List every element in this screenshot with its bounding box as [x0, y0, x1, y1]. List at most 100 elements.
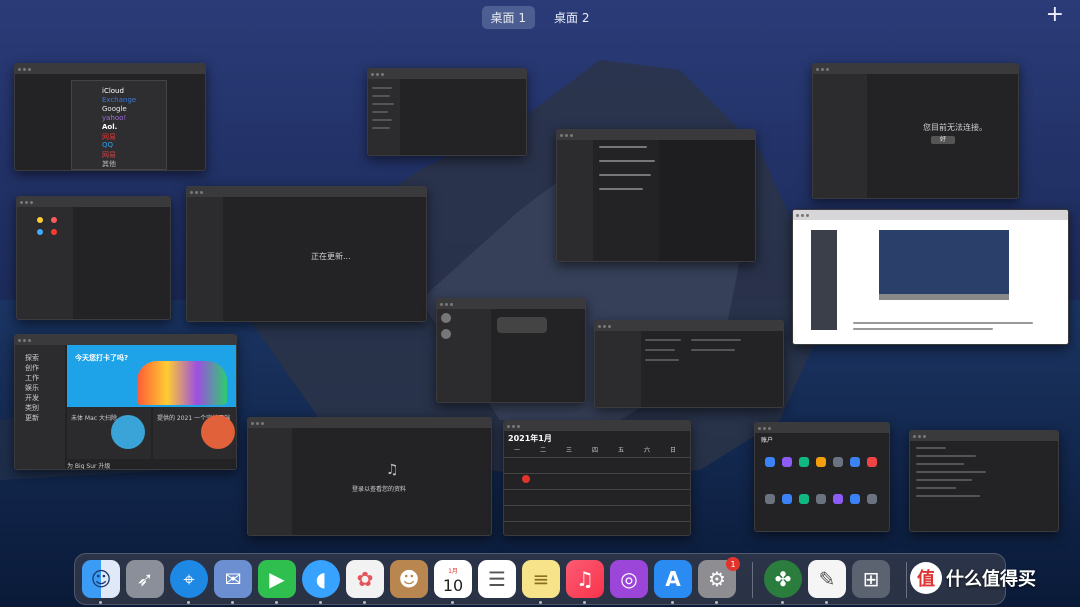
network-sidebar — [813, 74, 867, 198]
window-titlebar — [15, 335, 236, 345]
dock-separator — [752, 562, 753, 598]
sidebar-item-develop[interactable]: 开发 — [25, 393, 39, 403]
weekday-mon: 一 — [514, 447, 521, 454]
safari-icon[interactable]: ⌖ — [170, 560, 208, 598]
contacts-icon[interactable]: ☻ — [390, 560, 428, 598]
textedit-icon[interactable]: ✎ — [808, 560, 846, 598]
appstore-icon[interactable]: A — [654, 560, 692, 598]
circuit-icon[interactable]: ⊞ — [852, 560, 890, 598]
appstore-hero[interactable]: 今天您打卡了吗? — [67, 345, 236, 407]
window-system-preferences[interactable]: 账户 — [754, 422, 890, 532]
weekday-wed: 三 — [566, 447, 573, 454]
prefs-icon-grid — [765, 457, 881, 527]
sidebar-item-play[interactable]: 娱乐 — [25, 383, 39, 393]
calendar-icon[interactable]: 1月 10 — [434, 560, 472, 598]
network-ok-button[interactable]: 好 — [931, 136, 955, 144]
sidebar-item-updates[interactable]: 更新 — [25, 413, 39, 423]
prefs-sidebar — [17, 207, 73, 319]
running-indicator — [363, 601, 366, 604]
messages-icon[interactable]: ◖ — [302, 560, 340, 598]
dock-separator-2 — [906, 562, 907, 598]
sidebar-item-discover[interactable]: 探索 — [25, 353, 39, 363]
window-titlebar — [595, 321, 783, 331]
card1-title: 未体 Mac 大扫除 — [71, 415, 117, 422]
music-note-icon: ♫ — [386, 462, 399, 478]
notes-icon[interactable]: ≡ — [522, 560, 560, 598]
sidebar-item-categories[interactable]: 类别 — [25, 403, 39, 413]
running-indicator — [187, 601, 190, 604]
prefs-account-title: 账户 — [761, 437, 774, 444]
window-network[interactable]: 您目前无法连接。 好 — [812, 63, 1019, 199]
today-marker — [522, 475, 530, 483]
message-bubble — [497, 317, 547, 333]
window-settings-list[interactable] — [594, 320, 784, 408]
window-safari-article[interactable] — [792, 209, 1069, 345]
launchpad-icon[interactable]: ➶ — [126, 560, 164, 598]
podcasts-icon[interactable]: ◎ — [610, 560, 648, 598]
update-sidebar — [187, 197, 223, 321]
card1-art — [111, 415, 145, 449]
appstore-card-2[interactable]: 提供的 2021 一个完美开端 — [153, 407, 236, 459]
window-titlebar — [755, 423, 889, 433]
window-titlebar — [17, 197, 170, 207]
hero-title: 今天您打卡了吗? — [75, 354, 129, 362]
provider-yahoo[interactable]: yahoo! — [102, 114, 126, 122]
space-tab-desktop-2[interactable]: 桌面 2 — [545, 6, 598, 29]
window-messages[interactable] — [436, 298, 586, 403]
weekday-sat: 六 — [644, 447, 651, 454]
sidebar-item-create[interactable]: 创作 — [25, 363, 39, 373]
calendar-icon-day: 10 — [442, 576, 464, 595]
network-message: 您目前无法连接。 — [923, 123, 987, 132]
system-preferences-badge: 1 — [726, 557, 740, 571]
appstore-card-1[interactable]: 未体 Mac 大扫除 — [67, 407, 151, 459]
provider-exchange[interactable]: Exchange — [102, 96, 136, 104]
running-indicator — [451, 601, 454, 604]
calendar-title: 2021年1月 — [508, 434, 552, 443]
window-software-update[interactable]: 正在更新... — [186, 186, 427, 322]
window-titlebar — [793, 210, 1068, 220]
running-indicator — [231, 601, 234, 604]
provider-aol[interactable]: Aol. — [102, 123, 117, 131]
provider-icloud[interactable]: iCloud — [102, 87, 124, 95]
card2-art — [201, 415, 235, 449]
window-internet-accounts[interactable]: iCloud Exchange Google yahoo! Aol. 网易 QQ… — [14, 63, 206, 171]
sidebar-item-work[interactable]: 工作 — [25, 373, 39, 383]
window-titlebar — [187, 187, 426, 197]
window-preferences-small[interactable] — [16, 196, 171, 320]
music-icon[interactable]: ♫ — [566, 560, 604, 598]
window-titlebar — [437, 299, 585, 309]
provider-google[interactable]: Google — [102, 105, 127, 113]
window-notes[interactable] — [556, 129, 756, 262]
clover-icon[interactable]: ✤ — [764, 560, 802, 598]
watermark-text: 什么值得买 — [946, 569, 1036, 590]
weekday-tue: 二 — [540, 447, 547, 454]
facetime-icon[interactable]: ▶ — [258, 560, 296, 598]
provider-qq[interactable]: QQ — [102, 141, 113, 149]
window-textedit[interactable] — [909, 430, 1059, 532]
space-tab-desktop-1[interactable]: 桌面 1 — [481, 5, 535, 29]
window-finder[interactable] — [367, 68, 527, 156]
article-image — [879, 230, 1009, 294]
window-music[interactable]: ♫ 登录以查看您的资料 — [247, 417, 492, 536]
provider-other[interactable]: 其他 — [102, 159, 116, 169]
updating-message: 正在更新... — [311, 252, 351, 261]
finder-sidebar — [368, 79, 400, 155]
window-titlebar — [248, 418, 491, 428]
running-indicator — [671, 601, 674, 604]
reminders-icon[interactable]: ☰ — [478, 560, 516, 598]
running-indicator — [781, 601, 784, 604]
window-app-store[interactable]: 探索 创作 工作 娱乐 开发 类别 更新 今天您打卡了吗? 未体 Mac 大扫除… — [14, 334, 237, 470]
add-space-button[interactable]: + — [1046, 4, 1064, 26]
window-calendar[interactable]: 2021年1月 一 二 三 四 五 六 日 — [503, 420, 691, 536]
article-dock-image — [879, 294, 1009, 300]
hero-illustration — [137, 361, 227, 405]
mail-icon[interactable]: ✉ — [214, 560, 252, 598]
photos-icon[interactable]: ✿ — [346, 560, 384, 598]
finder-icon[interactable]: ☺ — [82, 560, 120, 598]
window-titlebar — [368, 69, 526, 79]
running-indicator — [539, 601, 542, 604]
window-titlebar — [15, 64, 205, 74]
window-titlebar — [910, 431, 1058, 441]
running-indicator — [99, 601, 102, 604]
weekday-sun: 日 — [670, 447, 677, 454]
